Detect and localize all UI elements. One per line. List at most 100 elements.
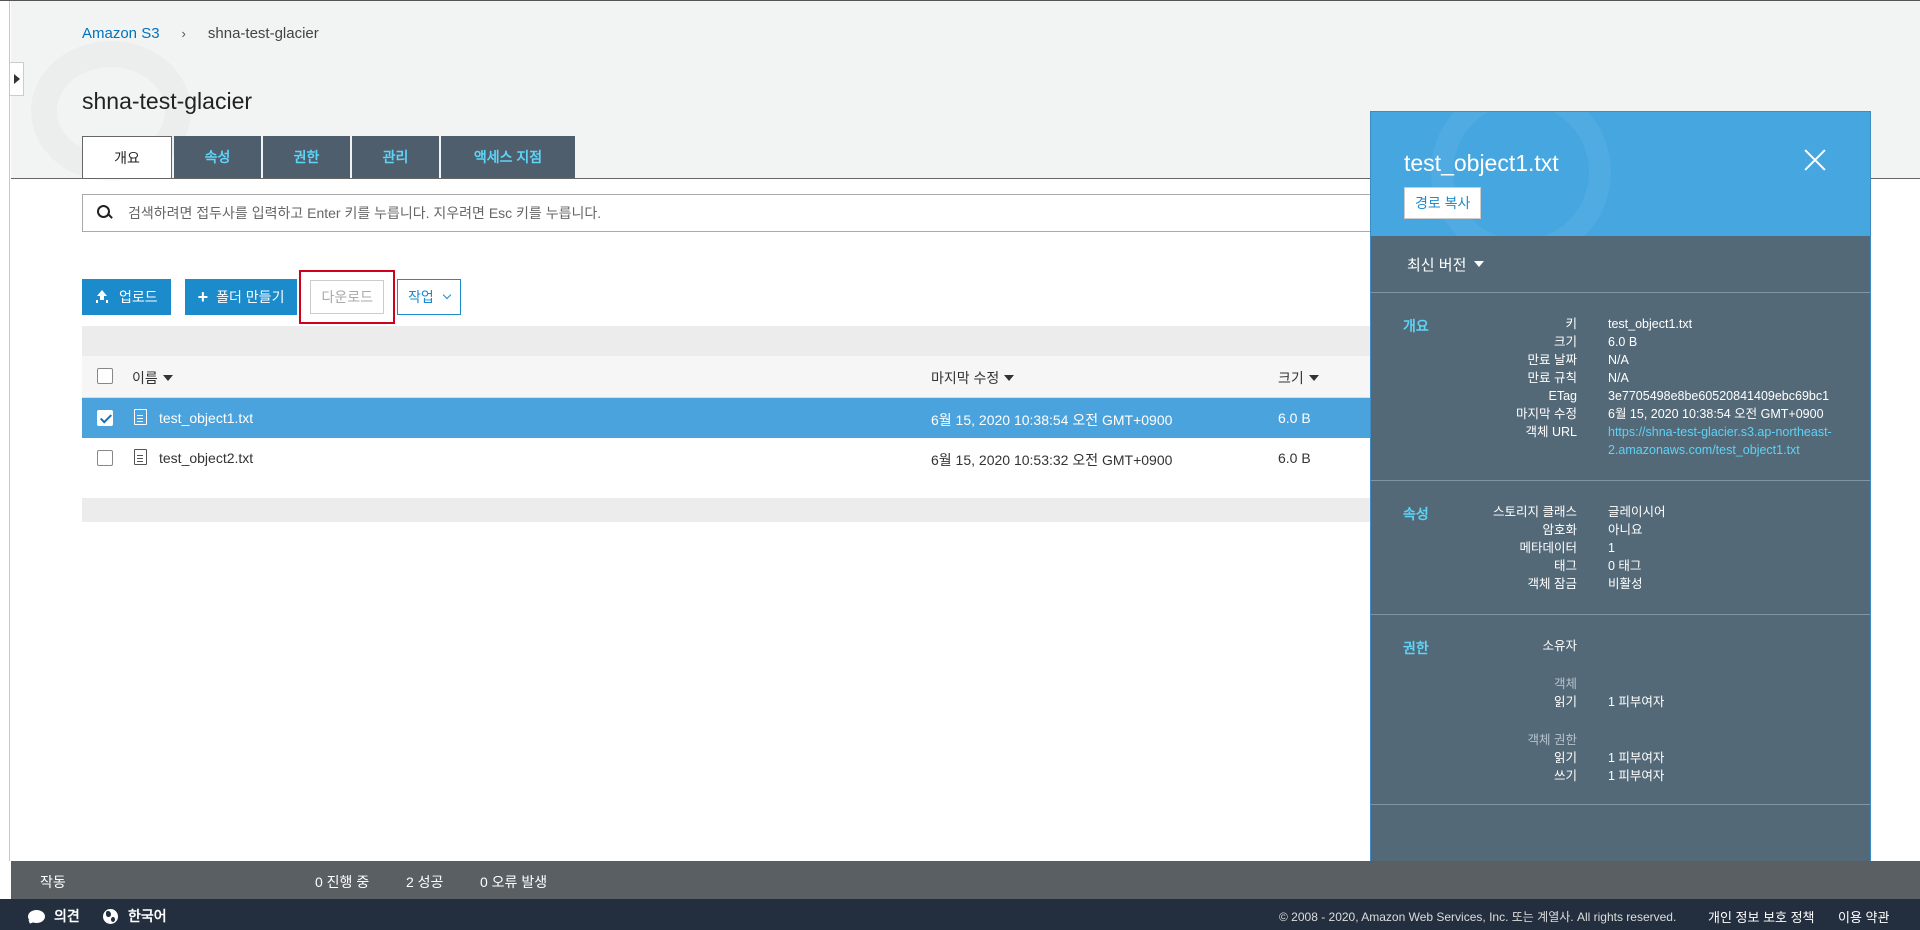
operations-status-bar[interactable]: 작동 0 진행 중 2 성공 0 오류 발생 [11, 861, 1920, 899]
column-modified-label: 마지막 수정 [931, 370, 1000, 386]
language-selector[interactable]: 한국어 [103, 906, 167, 926]
object-url-link-line1[interactable]: https://shna-test-glacier.s3.ap-northeas… [1608, 423, 1832, 441]
select-all-checkbox[interactable] [97, 368, 113, 384]
acl-read-value: 1 피부여자 [1608, 751, 1665, 765]
read-label: 읽기 [1553, 695, 1577, 709]
row-modified: 6월 15, 2020 10:53:32 오전 GMT+0900 [931, 452, 1173, 468]
nav-expand-toggle[interactable] [10, 62, 24, 96]
speech-bubble-icon [28, 909, 45, 923]
file-icon [134, 409, 147, 425]
expiry-rule-value: N/A [1608, 371, 1629, 385]
row-checkbox[interactable] [97, 450, 113, 466]
tab-permissions[interactable]: 권한 [263, 136, 350, 179]
tab-access-points[interactable]: 액세스 지점 [441, 136, 575, 179]
search-bar [82, 194, 1402, 232]
row-size: 6.0 B [1278, 450, 1311, 466]
breadcrumb: Amazon S3 › shna-test-glacier [82, 25, 319, 42]
search-icon [96, 204, 114, 222]
acl-write-label: 쓰기 [1553, 769, 1577, 783]
tags-value: 0 태그 [1608, 559, 1642, 573]
expiry-rule-label: 만료 규칙 [1527, 371, 1577, 385]
create-folder-button[interactable]: + 폴더 만들기 [184, 279, 298, 315]
etag-label: ETag [1548, 389, 1578, 403]
size-value: 6.0 B [1608, 335, 1638, 349]
encryption-label: 암호화 [1542, 523, 1577, 537]
chevron-down-icon [442, 290, 451, 300]
read-value: 1 피부여자 [1608, 695, 1665, 709]
version-label: 최신 버전 [1407, 256, 1467, 274]
status-success: 2 성공 [406, 874, 444, 890]
download-highlight-box: 다운로드 [299, 270, 395, 324]
caret-right-icon [13, 74, 20, 84]
close-icon[interactable] [1803, 148, 1827, 172]
panel-header: test_object1.txt 경로 복사 [1371, 112, 1870, 236]
object-url-link-line2[interactable]: 2.amazonaws.com/test_object1.txt [1608, 441, 1800, 459]
encryption-value: 아니요 [1608, 523, 1643, 537]
footer: 의견 한국어 © 2008 - 2020, Amazon Web Service… [0, 899, 1920, 930]
feedback-button[interactable]: 의견 [28, 906, 80, 926]
tags-label: 태그 [1553, 559, 1577, 573]
overview-section: 개요 키 test_object1.txt 크기 6.0 B 만료 날짜 N/A 만료… [1371, 293, 1870, 481]
object-acl-group-label: 객체 권한 [1527, 733, 1577, 747]
breadcrumb-separator-icon: › [181, 26, 186, 41]
sort-caret-icon [162, 375, 173, 381]
globe-icon [103, 908, 118, 924]
expiry-date-value: N/A [1608, 353, 1629, 367]
sort-caret-icon [1004, 375, 1015, 381]
page-title: shna-test-glacier [82, 88, 253, 114]
column-header-name[interactable]: 이름 [132, 368, 173, 388]
upload-icon [95, 290, 109, 304]
column-header-modified[interactable]: 마지막 수정 [931, 368, 1015, 388]
acl-write-value: 1 피부여자 [1608, 769, 1665, 783]
plus-icon: + [197, 287, 209, 307]
status-in-progress: 0 진행 중 [315, 874, 370, 890]
object-group-label: 객체 [1553, 677, 1577, 691]
key-value: test_object1.txt [1608, 317, 1693, 331]
modified-label: 마지막 수정 [1516, 407, 1577, 421]
breadcrumb-root-link[interactable]: Amazon S3 [82, 25, 160, 42]
row-name-link[interactable]: test_object2.txt [159, 450, 253, 466]
table-top-bar [82, 326, 1372, 356]
object-detail-panel: test_object1.txt 경로 복사 최신 버전 개요 키 test_ob… [1370, 111, 1871, 889]
tab-properties[interactable]: 속성 [174, 136, 261, 179]
owner-label: 소유자 [1542, 639, 1577, 653]
object-lock-label: 객체 잠금 [1527, 577, 1577, 591]
actions-label: 작업 [407, 289, 434, 305]
status-label: 작동 [40, 874, 66, 890]
status-errors: 0 오류 발생 [480, 874, 548, 890]
copyright-text: © 2008 - 2020, Amazon Web Services, Inc.… [1279, 910, 1677, 924]
tab-overview[interactable]: 개요 [82, 136, 172, 179]
tab-bar: 개요 속성 권한 관리 액세스 지점 [82, 136, 577, 179]
row-modified: 6월 15, 2020 10:38:54 오전 GMT+0900 [931, 412, 1173, 428]
tab-management[interactable]: 관리 [352, 136, 439, 179]
permissions-section: 권한 소유자 객체 읽기 1 피부여자 객체 권한 읽기 1 피부여자 쓰기 1 피부… [1371, 615, 1870, 805]
row-checkbox[interactable] [97, 410, 113, 426]
storage-class-value: 글레이시어 [1608, 505, 1666, 519]
version-dropdown[interactable]: 최신 버전 [1371, 236, 1870, 293]
expiry-date-label: 만료 날짜 [1527, 353, 1577, 367]
metadata-label: 메타데이터 [1519, 541, 1577, 555]
left-nav-rail [0, 1, 10, 861]
table-row[interactable]: test_object2.txt 6월 15, 2020 10:53:32 오전… [82, 438, 1372, 478]
terms-link[interactable]: 이용 약관 [1838, 907, 1889, 926]
download-button[interactable]: 다운로드 [310, 280, 384, 314]
row-name-link[interactable]: test_object1.txt [159, 410, 253, 426]
table-bottom-bar [82, 498, 1372, 522]
actions-dropdown[interactable]: 작업 [396, 279, 461, 315]
storage-class-label: 스토리지 클래스 [1493, 505, 1577, 519]
acl-read-label: 읽기 [1553, 751, 1577, 765]
copy-path-button[interactable]: 경로 복사 [1404, 187, 1482, 219]
properties-section: 속성 스토리지 클래스 글레이시어 암호화 아니요 메타데이터 1 태그 0 태그 객체… [1371, 481, 1870, 615]
upload-button[interactable]: 업로드 [82, 279, 171, 315]
metadata-value: 1 [1608, 541, 1615, 555]
search-input[interactable] [128, 205, 1328, 221]
create-folder-label: 폴더 만들기 [216, 289, 285, 305]
object-lock-value: 비활성 [1608, 577, 1643, 591]
table-header: 이름 마지막 수정 크기 [82, 356, 1372, 398]
feedback-label: 의견 [54, 908, 80, 924]
caret-down-icon [1474, 261, 1485, 267]
privacy-policy-link[interactable]: 개인 정보 보호 정책 [1708, 907, 1815, 926]
key-label: 키 [1565, 317, 1577, 331]
table-row[interactable]: test_object1.txt 6월 15, 2020 10:38:54 오전… [82, 398, 1372, 438]
file-icon [134, 449, 147, 465]
